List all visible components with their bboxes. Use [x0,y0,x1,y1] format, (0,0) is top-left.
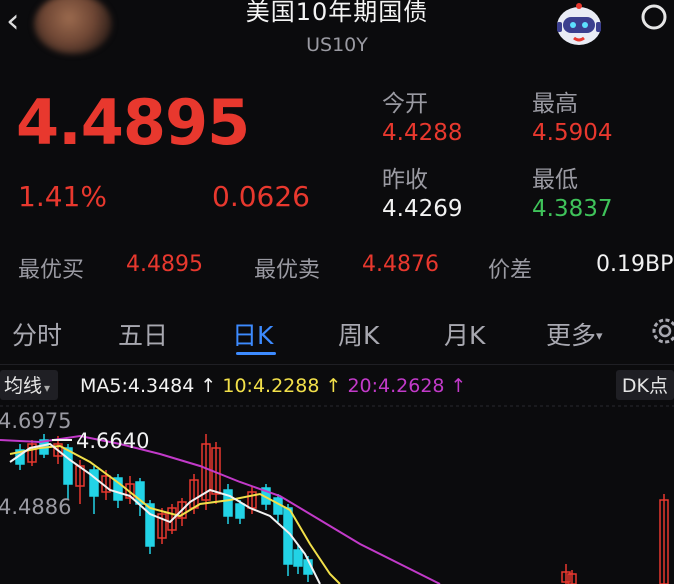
candles [15,434,669,584]
ma10-value: 10:4.2288 [222,375,320,397]
ma-values: MA5:4.3484 ↑ 10:4.2288 ↑ 20:4.2628 ↑ [80,370,466,402]
arrow-up-icon: ↑ [194,375,223,397]
low-label: 最低 [532,167,578,193]
indicator-selector-label: 均线 [4,375,43,397]
tab-daily-k[interactable]: 日K [232,316,273,352]
change-value: 0.0626 [212,180,310,213]
kline-chart[interactable]: 4.6975 4.4886 4.6640 [0,404,674,584]
tab-weekly-k[interactable]: 周K [338,316,379,352]
open-value: 4.4288 [382,120,463,146]
caret-down-icon: ▾ [44,381,51,395]
change-percent: 1.41% [18,180,107,213]
open-label: 今开 [382,91,428,117]
tab-more[interactable]: 更多▾ [546,316,603,352]
gear-icon[interactable] [650,316,674,346]
ask-label: 最优卖 [254,258,321,283]
high-label: 最高 [532,91,578,117]
search-icon[interactable] [640,2,670,32]
caret-down-icon: ▾ [596,329,603,344]
low-value: 4.3837 [532,196,613,222]
robot-icon[interactable] [552,0,606,48]
arrow-up-icon: ↑ [319,375,348,397]
spread-value: 0.19BP [596,252,674,277]
axis-top-label: 4.6975 [0,409,71,433]
candle-body [63,447,73,485]
peak-label: 4.6640 [76,429,149,453]
active-tab-indicator [236,352,276,355]
high-value: 4.5904 [532,120,613,146]
dk-point-button[interactable]: DK点 [615,370,674,400]
tab-more-label: 更多 [546,321,597,350]
tab-intraday[interactable]: 分时 [12,316,62,352]
axis-mid-label: 4.4886 [0,495,71,519]
ma5-value: MA5:4.3484 [80,375,195,397]
ma20-value: 20:4.2628 [347,375,445,397]
candle-body [293,549,303,567]
last-price: 4.4895 [16,86,250,159]
indicator-bar: 均线 ▾ MA5:4.3484 ↑ 10:4.2288 ↑ 20:4.2628 ↑… [0,370,674,402]
ask-value: 4.4876 [362,252,439,277]
bid-label: 最优买 [18,258,85,283]
arrow-up-icon: ↑ [444,375,467,397]
tab-five-day[interactable]: 五日 [118,316,168,352]
prev-close-label: 昨收 [382,167,428,193]
bid-value: 4.4895 [126,252,203,277]
spread-label: 价差 [488,258,533,283]
divider [0,364,674,365]
prev-close-value: 4.4269 [382,196,463,222]
candle-body [235,503,245,519]
indicator-selector[interactable]: 均线 ▾ [0,370,59,400]
tab-monthly-k[interactable]: 月K [444,316,485,352]
